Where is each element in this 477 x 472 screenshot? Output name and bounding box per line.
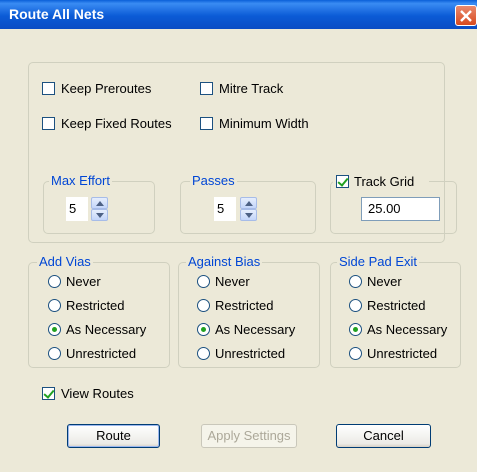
- add-vias-legend: Add Vias: [37, 254, 93, 269]
- side-pad-exit-never-label: Never: [367, 274, 402, 289]
- add-vias-restricted-radio[interactable]: [48, 299, 61, 312]
- max-effort-up-button[interactable]: [91, 197, 108, 209]
- add-vias-as-necessary-radio[interactable]: [48, 323, 61, 336]
- view-routes-checkbox[interactable]: [42, 387, 55, 400]
- mitre-track-checkbox[interactable]: [200, 82, 213, 95]
- arrow-up-icon: [96, 201, 104, 206]
- against-bias-restricted-label: Restricted: [215, 298, 274, 313]
- side-pad-exit-restricted-label: Restricted: [367, 298, 426, 313]
- route-button[interactable]: Route: [67, 424, 160, 448]
- arrow-down-icon: [96, 213, 104, 218]
- add-vias-never-label: Never: [66, 274, 101, 289]
- track-grid-input[interactable]: 25.00: [361, 197, 440, 221]
- max-effort-value[interactable]: 5: [66, 197, 88, 221]
- max-effort-legend: Max Effort: [49, 173, 113, 188]
- keep-fixed-routes-label: Keep Fixed Routes: [61, 116, 172, 131]
- passes-spinner[interactable]: [240, 197, 257, 221]
- track-grid-label: Track Grid: [354, 174, 415, 189]
- against-bias-unrestricted-radio[interactable]: [197, 347, 210, 360]
- against-bias-never-radio[interactable]: [197, 275, 210, 288]
- arrow-down-icon: [245, 213, 253, 218]
- against-bias-legend: Against Bias: [186, 254, 263, 269]
- add-vias-restricted-label: Restricted: [66, 298, 125, 313]
- against-bias-as-necessary-label: As Necessary: [215, 322, 296, 337]
- arrow-up-icon: [245, 201, 253, 206]
- window-title: Route All Nets: [9, 6, 105, 22]
- cancel-button[interactable]: Cancel: [336, 424, 431, 448]
- add-vias-unrestricted-radio[interactable]: [48, 347, 61, 360]
- add-vias-as-necessary-label: As Necessary: [66, 322, 147, 337]
- side-pad-exit-legend: Side Pad Exit: [337, 254, 420, 269]
- side-pad-exit-unrestricted-radio[interactable]: [349, 347, 362, 360]
- against-bias-restricted-radio[interactable]: [197, 299, 210, 312]
- side-pad-exit-unrestricted-label: Unrestricted: [367, 346, 438, 361]
- max-effort-down-button[interactable]: [91, 209, 108, 221]
- add-vias-unrestricted-label: Unrestricted: [66, 346, 137, 361]
- add-vias-never-radio[interactable]: [48, 275, 61, 288]
- view-routes-label: View Routes: [61, 386, 134, 401]
- route-all-nets-dialog: Route All Nets Keep Preroutes Mitre Trac…: [0, 0, 477, 472]
- max-effort-spinner[interactable]: [91, 197, 108, 221]
- minimum-width-checkbox[interactable]: [200, 117, 213, 130]
- side-pad-exit-never-radio[interactable]: [349, 275, 362, 288]
- keep-preroutes-label: Keep Preroutes: [61, 81, 152, 96]
- passes-legend: Passes: [190, 173, 237, 188]
- side-pad-exit-as-necessary-radio[interactable]: [349, 323, 362, 336]
- mitre-track-label: Mitre Track: [219, 81, 284, 96]
- track-grid-checkbox[interactable]: [336, 175, 349, 188]
- close-icon: [460, 10, 472, 22]
- passes-up-button[interactable]: [240, 197, 257, 209]
- minimum-width-label: Minimum Width: [219, 116, 309, 131]
- passes-value[interactable]: 5: [214, 197, 236, 221]
- against-bias-never-label: Never: [215, 274, 250, 289]
- side-pad-exit-as-necessary-label: As Necessary: [367, 322, 448, 337]
- close-button[interactable]: [455, 5, 477, 26]
- keep-preroutes-checkbox[interactable]: [42, 82, 55, 95]
- against-bias-unrestricted-label: Unrestricted: [215, 346, 286, 361]
- passes-down-button[interactable]: [240, 209, 257, 221]
- against-bias-as-necessary-radio[interactable]: [197, 323, 210, 336]
- title-bar[interactable]: Route All Nets: [0, 0, 477, 29]
- apply-settings-button[interactable]: Apply Settings: [201, 424, 297, 448]
- side-pad-exit-restricted-radio[interactable]: [349, 299, 362, 312]
- keep-fixed-routes-checkbox[interactable]: [42, 117, 55, 130]
